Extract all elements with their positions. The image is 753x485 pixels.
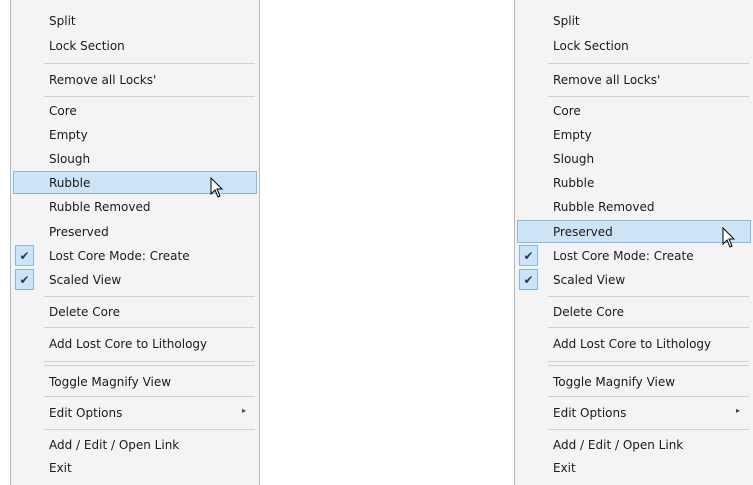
menu-item-lock-section[interactable]: Lock Section: [13, 34, 257, 57]
menu-item-label: Remove all Locks': [553, 73, 661, 87]
menu-item-split[interactable]: Split: [13, 9, 257, 32]
menu-item-label: Delete Core: [49, 305, 121, 319]
submenu-arrow-icon: ▸: [735, 406, 740, 415]
menu-item-toggle-magnify[interactable]: Toggle Magnify View: [13, 370, 257, 393]
menu-item-rubble-removed[interactable]: Rubble Removed: [517, 195, 751, 218]
menu-separator: [44, 365, 255, 366]
context-menu-right: Split Lock Section Remove all Locks' Cor…: [514, 0, 753, 485]
menu-item-label: Add Lost Core to Lithology: [49, 337, 208, 351]
menu-item-add-edit-open-link[interactable]: Add / Edit / Open Link: [13, 433, 257, 456]
menu-item-label: Add / Edit / Open Link: [49, 438, 180, 452]
menu-item-edit-options[interactable]: Edit Options ▸: [517, 401, 751, 424]
menu-item-rubble[interactable]: Rubble: [517, 171, 751, 194]
menu-item-label: Lock Section: [49, 39, 125, 53]
menu-item-add-lost-core[interactable]: Add Lost Core to Lithology: [13, 332, 257, 355]
menu-item-label: Remove all Locks': [49, 73, 157, 87]
mouse-pointer-icon: [722, 227, 736, 248]
menu-item-label: Core: [49, 104, 77, 118]
menu-item-add-edit-open-link[interactable]: Add / Edit / Open Link: [517, 433, 751, 456]
menu-separator: [44, 396, 255, 397]
menu-item-label: Scaled View: [49, 273, 122, 287]
menu-item-core[interactable]: Core: [13, 99, 257, 122]
menu-item-label: Rubble Removed: [553, 200, 655, 214]
checkmark-icon: ✔: [15, 269, 34, 290]
menu-item-empty[interactable]: Empty: [13, 123, 257, 146]
menu-item-label: Preserved: [553, 225, 613, 239]
menu-item-preserved[interactable]: Preserved: [13, 220, 257, 243]
menu-item-split[interactable]: Split: [517, 9, 751, 32]
menu-item-lost-core-mode[interactable]: ✔ Lost Core Mode: Create: [517, 244, 751, 267]
menu-item-label: Lock Section: [553, 39, 629, 53]
menu-item-lost-core-mode[interactable]: ✔ Lost Core Mode: Create: [13, 244, 257, 267]
menu-separator: [44, 429, 255, 430]
menu-item-label: Scaled View: [553, 273, 626, 287]
menu-separator: [548, 63, 749, 64]
menu-item-label: Edit Options: [553, 406, 627, 420]
menu-item-core[interactable]: Core: [517, 99, 751, 122]
menu-item-label: Rubble: [49, 176, 91, 190]
menu-separator: [548, 96, 749, 97]
menu-item-label: Empty: [553, 128, 592, 142]
menu-item-label: Preserved: [49, 225, 109, 239]
menu-item-label: Exit: [553, 461, 576, 475]
menu-item-label: Add / Edit / Open Link: [553, 438, 684, 452]
menu-separator: [44, 63, 255, 64]
menu-item-preserved[interactable]: Preserved: [517, 220, 751, 243]
menu-item-delete-core[interactable]: Delete Core: [517, 300, 751, 323]
menu-item-label: Slough: [553, 152, 595, 166]
menu-separator: [548, 365, 749, 366]
menu-item-label: Add Lost Core to Lithology: [553, 337, 712, 351]
menu-item-label: Rubble Removed: [49, 200, 151, 214]
menu-item-label: Lost Core Mode: Create: [553, 249, 694, 263]
menu-separator: [44, 296, 255, 297]
menu-item-exit[interactable]: Exit: [13, 456, 257, 479]
submenu-arrow-icon: ▸: [241, 406, 246, 415]
menu-item-add-lost-core[interactable]: Add Lost Core to Lithology: [517, 332, 751, 355]
menu-item-label: Rubble: [553, 176, 595, 190]
menu-item-exit[interactable]: Exit: [517, 456, 751, 479]
menu-item-label: Core: [553, 104, 581, 118]
menu-item-toggle-magnify[interactable]: Toggle Magnify View: [517, 370, 751, 393]
menu-item-label: Empty: [49, 128, 88, 142]
menu-item-label: Edit Options: [49, 406, 123, 420]
menu-separator: [548, 361, 749, 362]
context-menu-left: Split Lock Section Remove all Locks' Cor…: [10, 0, 260, 485]
menu-item-label: Exit: [49, 461, 72, 475]
menu-item-slough[interactable]: Slough: [13, 147, 257, 170]
menu-item-label: Slough: [49, 152, 91, 166]
menu-item-scaled-view[interactable]: ✔ Scaled View: [13, 268, 257, 291]
menu-separator: [548, 296, 749, 297]
checkmark-icon: ✔: [15, 245, 34, 266]
menu-item-label: Delete Core: [553, 305, 625, 319]
menu-separator: [44, 96, 255, 97]
menu-item-label: Split: [49, 14, 76, 28]
menu-item-slough[interactable]: Slough: [517, 147, 751, 170]
menu-item-edit-options[interactable]: Edit Options ▸: [13, 401, 257, 424]
menu-item-lock-section[interactable]: Lock Section: [517, 34, 751, 57]
menu-item-remove-all-locks[interactable]: Remove all Locks': [517, 68, 751, 91]
menu-item-label: Split: [553, 14, 580, 28]
menu-separator: [44, 327, 255, 328]
menu-item-delete-core[interactable]: Delete Core: [13, 300, 257, 323]
menu-item-empty[interactable]: Empty: [517, 123, 751, 146]
menu-item-scaled-view[interactable]: ✔ Scaled View: [517, 268, 751, 291]
menu-separator: [548, 396, 749, 397]
menu-item-label: Toggle Magnify View: [49, 375, 172, 389]
menu-item-label: Lost Core Mode: Create: [49, 249, 190, 263]
menu-separator: [548, 327, 749, 328]
menu-separator: [44, 361, 255, 362]
menu-separator: [548, 429, 749, 430]
menu-item-remove-all-locks[interactable]: Remove all Locks': [13, 68, 257, 91]
checkmark-icon: ✔: [519, 269, 538, 290]
checkmark-icon: ✔: [519, 245, 538, 266]
mouse-pointer-icon: [210, 177, 224, 198]
menu-item-label: Toggle Magnify View: [553, 375, 676, 389]
